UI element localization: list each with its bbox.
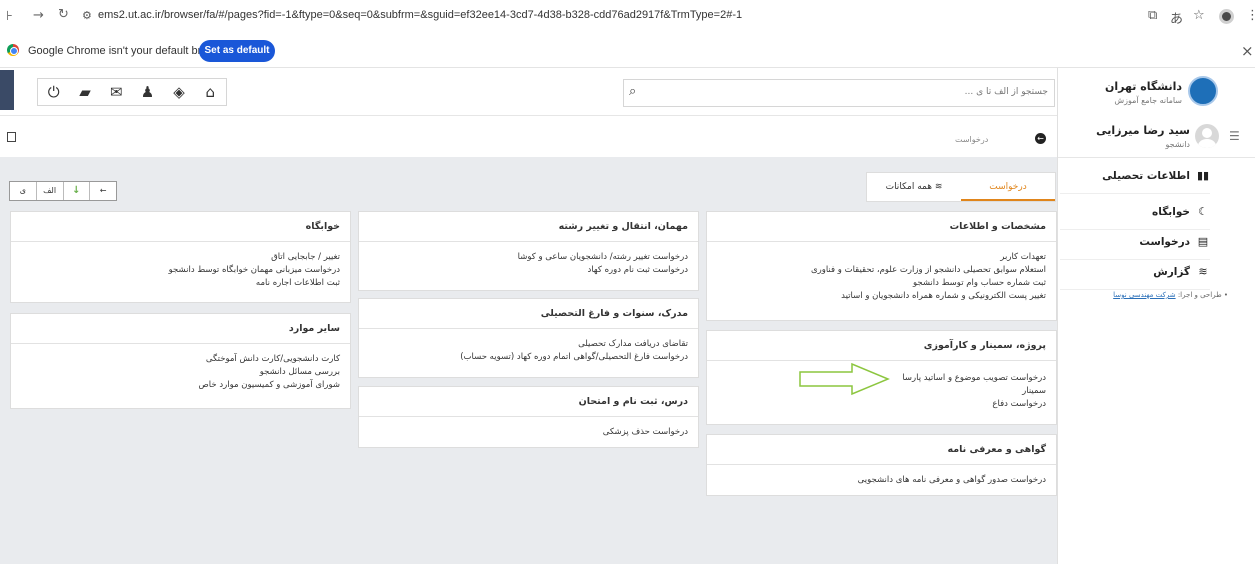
profile-avatar-icon[interactable] [1219, 9, 1234, 24]
list-item[interactable]: درخواست صدور گواهی و معرفی نامه های دانش… [707, 474, 1046, 487]
system-name: سامانه جامع آموزش [1114, 96, 1182, 105]
url-text[interactable]: ems2.ut.ac.ir/browser/fa/#/pages?fid=-1&… [98, 9, 742, 21]
form-icon: ▤ [1197, 235, 1209, 248]
card-list: درخواست حذف پزشکی [359, 417, 698, 439]
package-icon[interactable]: ◈ [169, 83, 189, 101]
list-item[interactable]: تغییر پست الکترونیکی و شماره همراه دانشج… [707, 290, 1046, 303]
search-input[interactable] [900, 82, 1048, 102]
card-list: تغییر / جابجایی اتاق درخواست میزبانی مهم… [11, 242, 350, 290]
moon-icon: ☾ [1198, 205, 1208, 218]
list-item[interactable]: درخواست ثبت نام دوره کهاد [359, 264, 688, 277]
list-item[interactable]: کارت دانشجویی/کارت دانش آموختگی [11, 353, 340, 366]
card-title: مدرک، سنوات و فارغ التحصیلی [359, 299, 698, 329]
tab-bar: درخواست ≋ همه امکانات [866, 172, 1056, 202]
user-icon[interactable]: ♟ [138, 83, 158, 101]
tab-request[interactable]: درخواست [961, 173, 1055, 201]
card-other: سایر موارد کارت دانشجویی/کارت دانش آموخت… [10, 313, 351, 409]
card-list: تقاضای دریافت مدارک تحصیلی درخواست فارغ … [359, 329, 698, 364]
site-info-icon[interactable]: ⚙ [82, 9, 92, 22]
back-icon[interactable]: ⊦ [6, 9, 13, 24]
mail-icon[interactable]: ✉ [106, 83, 126, 101]
sidebar-item-report[interactable]: گزارش ≋ [1060, 254, 1210, 290]
translate-icon[interactable]: あ [1170, 8, 1183, 27]
sidebar-item-education[interactable]: اطلاعات تحصیلی ▮▮ [1060, 158, 1210, 194]
sort-ya-button[interactable]: ی [10, 182, 37, 200]
layers-icon: ≋ [1198, 265, 1208, 278]
user-role: دانشجو [1165, 140, 1190, 149]
credits-prefix: طراحی و اجرا: [1177, 291, 1222, 299]
breadcrumb[interactable]: درخواست [955, 135, 988, 144]
list-item[interactable]: ثبت اطلاعات اجاره نامه [11, 277, 340, 290]
browser-menu-icon[interactable]: ⋮ [1246, 8, 1255, 23]
folder-icon[interactable]: ▰ [75, 83, 95, 101]
power-icon[interactable]: ⏻ [44, 83, 64, 101]
tab-label: همه امکانات [885, 182, 932, 192]
sort-left-button[interactable]: ← [90, 182, 116, 200]
list-item[interactable]: بررسی مسائل دانشجو [11, 366, 340, 379]
avatar[interactable] [1195, 124, 1219, 148]
card-list: تعهدات کاربر استعلام سوابق تحصیلی دانشجو… [707, 242, 1056, 303]
card-list: درخواست تغییر رشته/ دانشجویان ساعی و کوش… [359, 242, 698, 277]
bookmark-star-icon[interactable]: ☆ [1193, 8, 1205, 23]
list-item[interactable]: تعهدات کاربر [707, 251, 1046, 264]
sidebar-item-label: اطلاعات تحصیلی [1102, 169, 1190, 182]
list-item[interactable]: درخواست تغییر رشته/ دانشجویان ساعی و کوش… [359, 251, 688, 264]
card-title: درس، ثبت نام و امتحان [359, 387, 698, 417]
card-degree: مدرک، سنوات و فارغ التحصیلی تقاضای دریاف… [358, 298, 699, 378]
list-item[interactable]: تقاضای دریافت مدارک تحصیلی [359, 338, 688, 351]
book-icon: ▮▮ [1196, 169, 1210, 182]
card-title: سایر موارد [11, 314, 350, 344]
card-title: مشخصات و اطلاعات [707, 212, 1056, 242]
close-icon[interactable]: × [1241, 42, 1254, 60]
card-list: درخواست صدور گواهی و معرفی نامه های دانش… [707, 465, 1056, 487]
breadcrumb-bar [0, 117, 1057, 157]
install-app-icon[interactable]: ⧉ [1148, 8, 1157, 23]
tab-all-features[interactable]: ≋ همه امکانات [867, 173, 961, 201]
university-logo [1188, 76, 1218, 106]
sidebar-item-label: درخواست [1139, 235, 1190, 248]
list-item[interactable]: شورای آموزشی و کمیسیون موارد خاص [11, 379, 341, 392]
sort-buttons: ی الف ↓ ← [9, 181, 117, 201]
credits-link[interactable]: شرکت مهندسی نوسا [1113, 291, 1175, 299]
search-icon[interactable]: ⌕ [629, 84, 636, 99]
card-title: پروژه، سمینار و کارآموزی [707, 331, 1056, 361]
chrome-logo-icon [7, 44, 19, 56]
card-transfer: مهمان، انتقال و تغییر رشته درخواست تغییر… [358, 211, 699, 291]
annotation-arrow-icon [799, 362, 890, 396]
menu-toggle-icon[interactable]: ☰ [1229, 129, 1240, 143]
user-name: سید رضا میرزایی [1096, 124, 1190, 137]
quick-toolbar: ⏻ ▰ ✉ ♟ ◈ ⌂ [37, 78, 227, 106]
card-title: مهمان، انتقال و تغییر رشته [359, 212, 698, 242]
list-item[interactable]: ثبت شماره حساب وام توسط دانشجو [707, 277, 1046, 290]
side-panel-handle[interactable] [0, 70, 14, 110]
back-arrow-icon[interactable]: ← [1035, 133, 1046, 144]
page-icon[interactable] [7, 132, 16, 142]
card-dormitory: خوابگاه تغییر / جابجایی اتاق درخواست میز… [10, 211, 351, 303]
sort-alef-button[interactable]: الف [37, 182, 64, 200]
forward-icon[interactable]: → [33, 8, 44, 23]
set-default-button[interactable]: Set as default [199, 40, 275, 62]
university-name: دانشگاه تهران [1105, 80, 1182, 93]
card-certificate: گواهی و معرفی نامه درخواست صدور گواهی و … [706, 434, 1057, 496]
sort-down-button[interactable]: ↓ [64, 182, 91, 200]
card-title: خوابگاه [11, 212, 350, 242]
list-item[interactable]: درخواست فارغ التحصیلی/گواهی اتمام دوره ک… [359, 351, 688, 364]
card-title: گواهی و معرفی نامه [707, 435, 1056, 465]
reload-icon[interactable]: ↻ [58, 7, 69, 22]
list-item[interactable]: تغییر / جابجایی اتاق [11, 251, 340, 264]
list-item[interactable]: استعلام سوابق تحصیلی دانشجو از وزارت علو… [707, 264, 1046, 277]
card-list: کارت دانشجویی/کارت دانش آموختگی بررسی مس… [11, 344, 350, 392]
list-item[interactable]: درخواست حذف پزشکی [359, 426, 688, 439]
list-item[interactable]: درخواست میزبانی مهمان خوابگاه توسط دانشج… [11, 264, 340, 277]
card-identity: مشخصات و اطلاعات تعهدات کاربر استعلام سو… [706, 211, 1057, 321]
home-icon[interactable]: ⌂ [200, 83, 220, 101]
sidebar-item-label: گزارش [1153, 265, 1190, 278]
sidebar-item-label: خوابگاه [1152, 205, 1190, 218]
card-course: درس، ثبت نام و امتحان درخواست حذف پزشکی [358, 386, 699, 448]
credits: • طراحی و اجرا: شرکت مهندسی نوسا [1113, 291, 1228, 299]
list-item[interactable]: درخواست دفاع [707, 398, 1046, 411]
